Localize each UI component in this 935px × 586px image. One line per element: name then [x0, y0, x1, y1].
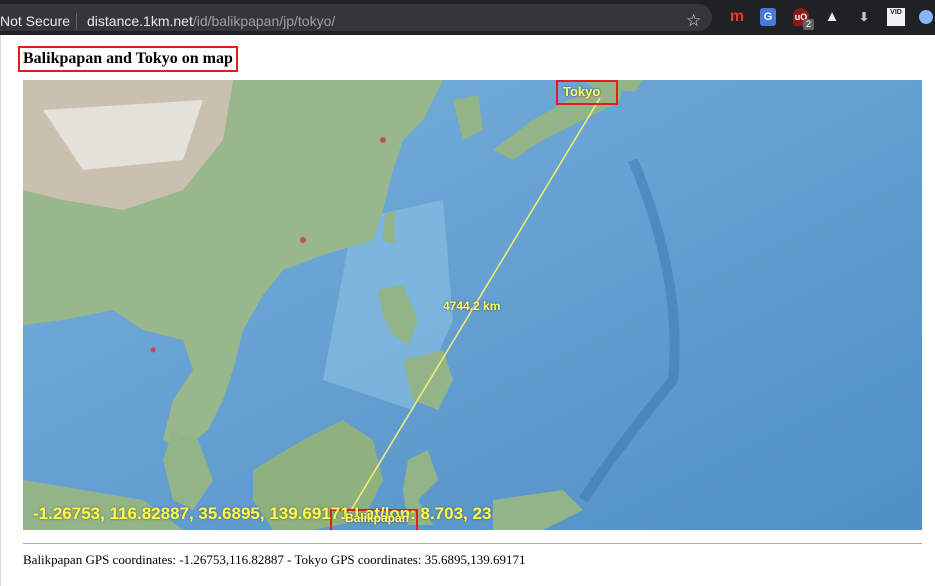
- url-host: distance.1km.net: [87, 13, 193, 29]
- route-map[interactable]: Tokyo 4744.2 km -1.26753, 116.82887, 35.…: [23, 80, 922, 530]
- map-coordinates-overlay: -1.26753, 116.82887, 35.6895, 139.69171 …: [33, 504, 492, 523]
- page-content: Balikpapan and Tokyo on map Tokyo 4744.2…: [0, 35, 935, 586]
- balikpapan-label: Balikpapan: [345, 511, 410, 525]
- translate-icon[interactable]: G: [760, 8, 776, 26]
- city-dot: [150, 347, 156, 353]
- download-extension-icon[interactable]: ⬇: [856, 8, 872, 26]
- circle-icon[interactable]: [919, 10, 933, 24]
- gps-coordinates-text: Balikpapan GPS coordinates: -1.26753,116…: [23, 552, 526, 567]
- ublock-badge: 2: [803, 19, 814, 30]
- video-extension-icon[interactable]: VID: [887, 8, 905, 26]
- extension-m-icon[interactable]: m: [727, 8, 747, 26]
- alert-extension-icon[interactable]: ▲: [822, 8, 842, 26]
- star-icon[interactable]: ☆: [686, 11, 701, 31]
- browser-toolbar: Not Secure distance.1km.net/id/balikpapa…: [0, 0, 935, 35]
- address-bar[interactable]: Not Secure distance.1km.net/id/balikpapa…: [0, 4, 712, 31]
- city-dot: [300, 237, 306, 243]
- city-dot: [380, 137, 386, 143]
- security-indicator[interactable]: Not Secure: [0, 13, 70, 29]
- address-separator: [76, 13, 77, 30]
- page-title: Balikpapan and Tokyo on map: [18, 46, 238, 72]
- distance-label: 4744.2 km: [443, 299, 501, 313]
- tokyo-label: Tokyo: [563, 84, 601, 99]
- url-path: /id/balikpapan/jp/tokyo/: [192, 13, 336, 29]
- url-text[interactable]: distance.1km.net/id/balikpapan/jp/tokyo/: [87, 13, 335, 29]
- divider: [23, 543, 922, 544]
